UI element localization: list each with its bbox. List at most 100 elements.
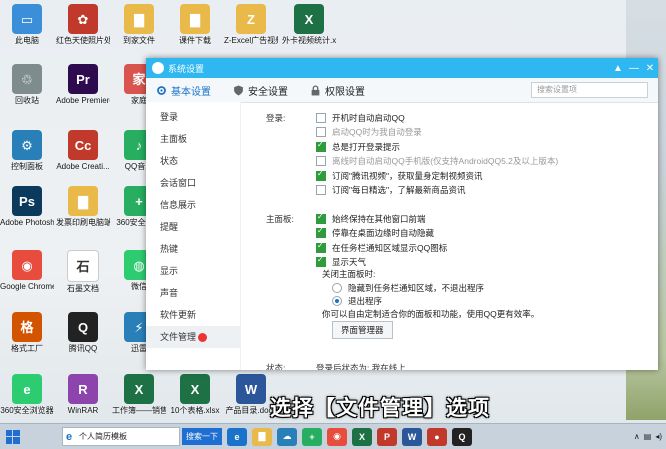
settings-sidebar: 登录主面板 状态 会话窗口信息展示提醒 热键 显示 声音 软件更新 文件管理: [146, 102, 241, 370]
taskbar-app-icon[interactable]: ☁: [277, 427, 297, 446]
app-icon: e: [12, 374, 42, 404]
checkbox[interactable]: [316, 169, 326, 181]
app-icon: Ps: [12, 186, 42, 216]
close-icon[interactable]: ✕: [642, 63, 658, 74]
checkbox[interactable]: [316, 113, 326, 123]
checkbox[interactable]: [316, 226, 326, 239]
desktop-icon[interactable]: ▇ 课件下载: [168, 4, 222, 45]
taskbar-app-icon[interactable]: Q: [452, 427, 472, 446]
desktop-icon-label: 发票印刷电脑端文档: [56, 218, 110, 227]
sidebar-item-label: 登录: [160, 112, 179, 122]
sidebar-item[interactable]: 主面板: [146, 128, 240, 150]
desktop-icon[interactable]: ◉ Google Chrome: [0, 250, 54, 291]
app-icon: ⚙: [12, 130, 42, 160]
desktop-icon[interactable]: ▇ 发票印刷电脑端文档: [56, 186, 110, 227]
desktop-icon[interactable]: Cc Adobe Creati...: [56, 130, 110, 171]
desktop-icon-label: 腾讯QQ: [68, 344, 98, 353]
checkbox[interactable]: [316, 140, 326, 152]
tray-chevron-icon[interactable]: ∧: [634, 432, 640, 441]
checkbox-option[interactable]: 显示天气: [316, 255, 366, 268]
desktop-icon[interactable]: ✿ 红色天使照片处理器: [56, 4, 110, 45]
checkbox-option[interactable]: 开机时自动启动QQ: [316, 112, 405, 124]
option-label: 离线时自动启动QQ手机版(仅支持AndroidQQ5.2及以上版本): [332, 156, 559, 167]
checkbox-option[interactable]: 离线时自动启动QQ手机版(仅支持AndroidQQ5.2及以上版本): [316, 155, 558, 167]
sidebar-item[interactable]: 文件管理: [146, 326, 240, 348]
sidebar-item[interactable]: 登录: [146, 106, 240, 128]
minimize-icon[interactable]: —: [626, 63, 642, 74]
checkbox-option[interactable]: 始终保持在其他窗口前端: [316, 212, 426, 225]
desktop-icon[interactable]: ▇ 到家文件: [112, 4, 166, 45]
checkbox[interactable]: [316, 241, 326, 253]
settings-search-input[interactable]: 搜索设置项: [531, 82, 648, 98]
interface-manager-button[interactable]: 界面管理器: [332, 321, 393, 339]
checkbox[interactable]: [316, 156, 326, 167]
app-icon: Cc: [68, 130, 98, 160]
radio-option[interactable]: 退出程序: [332, 295, 382, 307]
desktop-icon[interactable]: ⚙ 控制面板: [0, 130, 54, 171]
checkbox-option[interactable]: 订阅"每日精选"，了解最新商品资讯: [316, 184, 466, 196]
sidebar-item[interactable]: 声音: [146, 282, 240, 304]
network-icon[interactable]: ▤: [644, 432, 652, 441]
tab-permission-settings[interactable]: 权限设置: [310, 83, 365, 98]
taskbar-app-icon[interactable]: e: [227, 427, 247, 446]
checkbox[interactable]: [316, 127, 326, 138]
desktop-icon[interactable]: X 外卡视频统计.xlsx: [282, 4, 336, 45]
desktop-icon-label: Adobe Premiere...: [56, 96, 110, 105]
taskbar-app-icon[interactable]: X: [352, 427, 372, 446]
desktop-icon-label: 石墨文档: [67, 284, 99, 293]
taskbar-app-icon[interactable]: ●: [427, 427, 447, 446]
desktop-icon[interactable]: X 10个表格.xlsx: [168, 374, 222, 415]
app-icon: Pr: [68, 64, 98, 94]
app-icon: ✿: [68, 4, 98, 34]
start-button[interactable]: [0, 424, 26, 449]
desktop-icon[interactable]: Z Z-Excel广告视频模板: [224, 4, 278, 45]
desktop-icon[interactable]: R WinRAR: [56, 374, 110, 415]
desktop-icon[interactable]: 石石墨文档: [56, 250, 110, 293]
app-icon: R: [68, 374, 98, 404]
checkbox-option[interactable]: 订阅"腾讯视频"，获取量身定制视频资讯: [316, 169, 483, 182]
checkbox-option[interactable]: 启动QQ时为我自动登录: [316, 126, 422, 138]
checkbox-option[interactable]: 总是打开登录提示: [316, 140, 400, 153]
desktop-icon[interactable]: ▭ 此电脑: [0, 4, 54, 45]
search-button[interactable]: 搜索一下: [182, 428, 222, 445]
desktop-icon[interactable]: 格格式工厂: [0, 312, 54, 353]
sidebar-item[interactable]: 软件更新: [146, 304, 240, 326]
desktop-icon[interactable]: Ps Adobe Photosh...: [0, 186, 54, 227]
taskbar-app-icon[interactable]: W: [402, 427, 422, 446]
skin-icon[interactable]: ▲: [610, 63, 626, 74]
sidebar-item[interactable]: 显示: [146, 260, 240, 282]
tab-basic-settings[interactable]: 基本设置: [156, 83, 211, 98]
sidebar-item[interactable]: 状态: [146, 150, 240, 172]
taskbar-app-icon[interactable]: ◉: [327, 427, 347, 446]
app-icon: ◉: [12, 250, 42, 280]
browser-search-input[interactable]: e 个人简历模板: [62, 427, 180, 446]
checkbox[interactable]: [316, 185, 326, 195]
close-panel-label: 关闭主面板时:: [322, 269, 376, 279]
app-icon: Z: [236, 4, 266, 34]
dialog-titlebar[interactable]: 系统设置 ▲ — ✕: [146, 58, 658, 78]
desktop-icon[interactable]: Pr Adobe Premiere...: [56, 64, 110, 105]
radio-button[interactable]: [332, 283, 342, 293]
sidebar-item[interactable]: 会话窗口: [146, 172, 240, 194]
volume-icon[interactable]: ◂): [655, 432, 662, 441]
taskbar-app-icon[interactable]: ▇: [252, 427, 272, 446]
desktop-icon[interactable]: e 360安全浏览器: [0, 374, 54, 415]
sidebar-item[interactable]: 热键: [146, 238, 240, 260]
tab-security-settings[interactable]: 安全设置: [233, 83, 288, 98]
desktop-icon[interactable]: X 工作簿——销售统计表.xlsx: [112, 374, 166, 415]
checkbox-option[interactable]: 停靠在桌面边缘时自动隐藏: [316, 226, 434, 239]
desktop-icon[interactable]: ♲ 回收站: [0, 64, 54, 105]
checkbox[interactable]: [316, 255, 326, 268]
radio-button[interactable]: [332, 296, 342, 306]
taskbar-app-icon[interactable]: +: [302, 427, 322, 446]
sidebar-item[interactable]: 信息展示: [146, 194, 240, 216]
desktop-icon-label: Adobe Photosh...: [0, 218, 54, 227]
desktop-icon[interactable]: Q 腾讯QQ: [56, 312, 110, 353]
sidebar-item[interactable]: 提醒: [146, 216, 240, 238]
radio-option[interactable]: 隐藏到任务栏通知区域，不退出程序: [332, 282, 484, 294]
checkbox-option[interactable]: 在任务栏通知区域显示QQ图标: [316, 241, 447, 254]
sidebar-item-label: 信息展示: [160, 200, 197, 210]
taskbar-app-icon[interactable]: P: [377, 427, 397, 446]
checkbox[interactable]: [316, 212, 326, 224]
desktop-icon-label: 外卡视频统计.xlsx: [282, 36, 336, 45]
